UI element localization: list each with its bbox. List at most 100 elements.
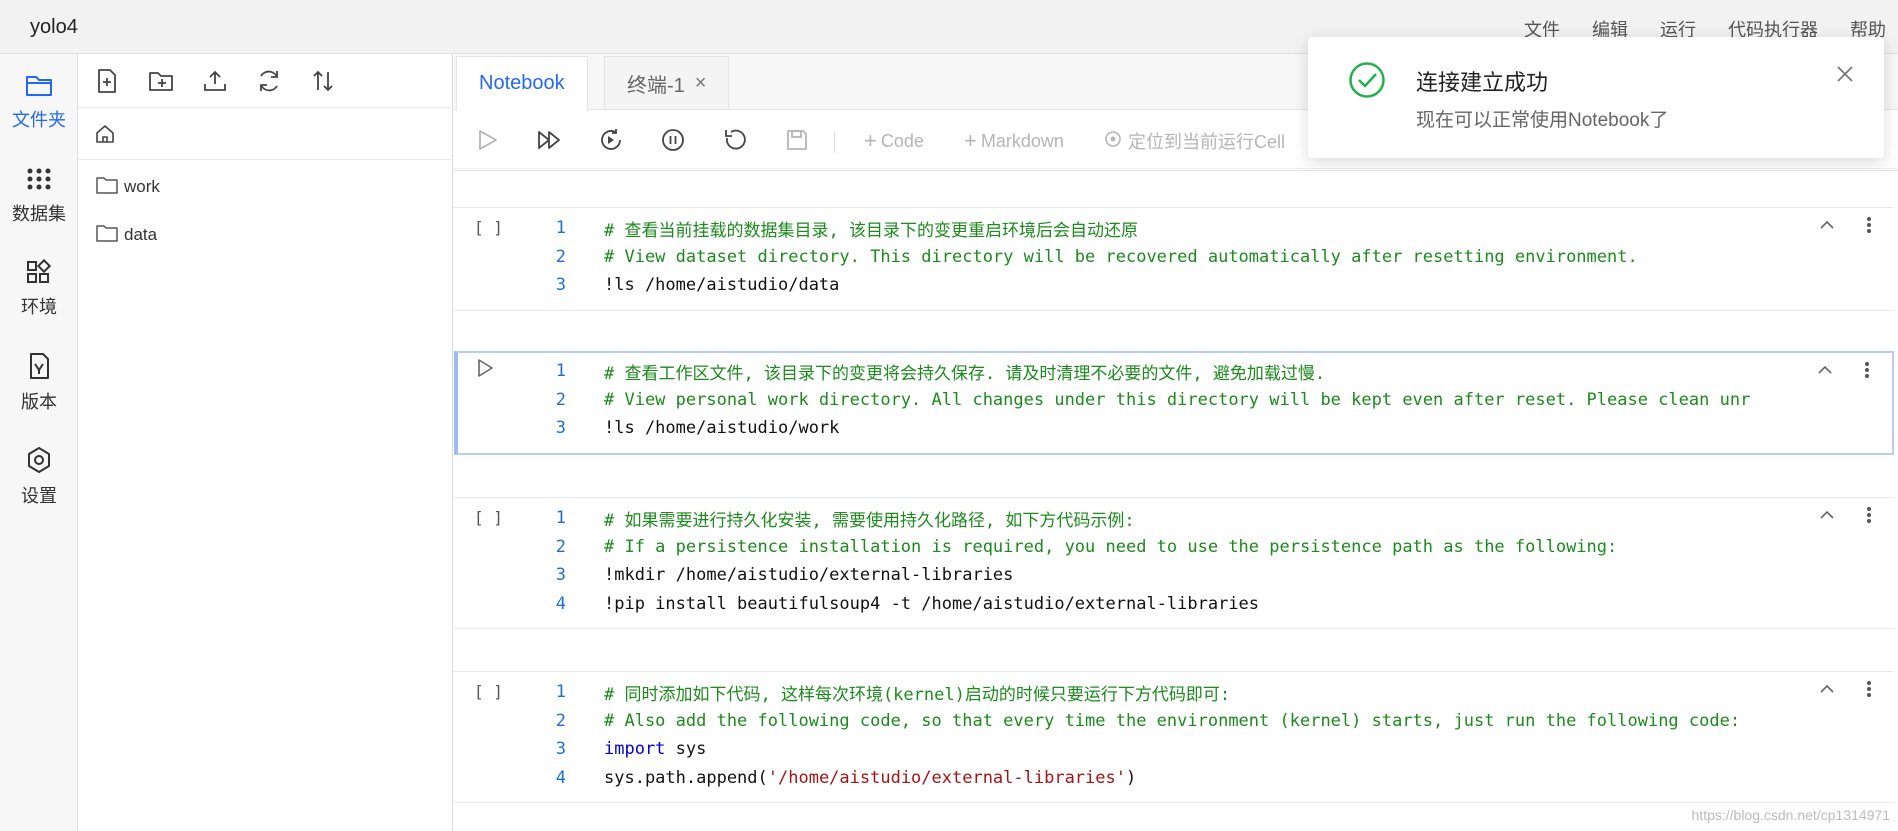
line-number: 3 — [555, 565, 566, 586]
code-line: # 如果需要进行持久化安装, 需要使用持久化路径, 如下方代码示例: — [604, 510, 1135, 531]
close-icon[interactable]: × — [695, 72, 707, 95]
main-area: Notebook 终端-1 × + Code + Markdown 定位到当前运… — [454, 54, 1898, 831]
plus-icon: + — [964, 128, 977, 153]
code-text: sys — [665, 739, 707, 760]
upload-icon[interactable] — [202, 68, 228, 94]
watermark: https://blog.csdn.net/cp1314971 — [1691, 807, 1890, 823]
nav-version-label: 版本 — [21, 392, 57, 412]
locate-running-cell-button[interactable]: 定位到当前运行Cell — [1104, 128, 1285, 154]
dataset-icon — [0, 166, 78, 192]
line-number: 2 — [555, 389, 566, 410]
collapse-icon[interactable] — [1818, 680, 1836, 703]
sort-icon[interactable] — [310, 68, 336, 94]
tab-notebook[interactable]: Notebook — [456, 56, 588, 111]
code-line: # 查看当前挂载的数据集目录, 该目录下的变更重启环境后会自动还原 — [604, 220, 1138, 241]
code-cell[interactable]: [ ] 1 # 同时添加如下代码, 这样每次环境(kernel)启动的时候只要运行… — [454, 671, 1894, 803]
nav-version[interactable]: 版本 — [0, 352, 78, 432]
interrupt-icon[interactable] — [660, 127, 686, 153]
code-line: # If a persistence installation is requi… — [604, 536, 1618, 557]
environment-icon — [0, 259, 78, 285]
add-code-button[interactable]: + Code — [864, 128, 924, 154]
cell-controls — [1818, 216, 1872, 239]
code-line: # Also add the following code, so that e… — [604, 710, 1741, 731]
code-line: import sys — [604, 739, 706, 759]
cell-prompt: [ ] — [474, 508, 503, 527]
code-text: ) — [1126, 767, 1137, 788]
code-line: # 查看工作区文件, 该目录下的变更将会持久保存. 请及时清理不必要的文件, 避… — [604, 363, 1326, 384]
save-icon[interactable] — [784, 127, 810, 153]
cell-code[interactable]: 1 # 如果需要进行持久化安装, 需要使用持久化路径, 如下方代码示例: 2 # I… — [514, 504, 1618, 618]
cell-code[interactable]: 1 # 同时添加如下代码, 这样每次环境(kernel)启动的时候只要运行下方代码… — [514, 678, 1740, 792]
nav-dataset-label: 数据集 — [12, 204, 66, 224]
more-icon[interactable] — [1866, 216, 1872, 239]
code-cell[interactable]: [ ] 1 # 查看当前挂载的数据集目录, 该目录下的变更重启环境后会自动还原 2… — [454, 207, 1894, 311]
collapse-icon[interactable] — [1816, 361, 1834, 384]
new-folder-icon[interactable] — [148, 68, 174, 94]
folder-icon — [96, 176, 124, 199]
locate-icon — [1104, 130, 1122, 153]
run-cell-icon[interactable] — [474, 127, 500, 153]
tab-label: Notebook — [479, 72, 565, 94]
cell-code[interactable]: 1 # 查看工作区文件, 该目录下的变更将会持久保存. 请及时清理不必要的文件, … — [514, 357, 1751, 443]
home-icon[interactable] — [94, 123, 116, 150]
file-toolbar — [78, 54, 453, 108]
close-icon[interactable] — [1836, 65, 1854, 88]
code-line: !ls /home/aistudio/work — [604, 418, 840, 439]
collapse-icon[interactable] — [1818, 216, 1836, 239]
app-title: yolo4 — [30, 16, 78, 38]
cell-prompt: [ ] — [474, 682, 503, 701]
code-line: !pip install beautifulsoup4 -t /home/ais… — [604, 593, 1260, 614]
restart-kernel-icon[interactable] — [722, 127, 748, 153]
line-number: 2 — [555, 710, 566, 731]
more-icon[interactable] — [1866, 506, 1872, 529]
restart-run-icon[interactable] — [598, 127, 624, 153]
line-number: 1 — [555, 508, 566, 529]
connection-toast: 连接建立成功 现在可以正常使用Notebook了 — [1308, 37, 1884, 158]
code-line: # 同时添加如下代码, 这样每次环境(kernel)启动的时候只要运行下方代码即… — [604, 684, 1231, 705]
nav-settings[interactable]: 设置 — [0, 446, 78, 526]
left-nav: 文件夹 数据集 环境 版本 设置 — [0, 54, 78, 831]
collapse-icon[interactable] — [1818, 506, 1836, 529]
toast-message: 现在可以正常使用Notebook了 — [1416, 110, 1669, 131]
line-number: 4 — [555, 767, 566, 788]
run-cell-icon[interactable] — [474, 357, 496, 383]
add-markdown-button[interactable]: + Markdown — [964, 128, 1064, 154]
line-number: 1 — [555, 218, 566, 239]
nav-dataset[interactable]: 数据集 — [0, 166, 78, 246]
file-item-data[interactable]: data — [96, 220, 157, 250]
cell-controls — [1818, 680, 1872, 703]
add-code-label: Code — [880, 130, 924, 151]
tab-terminal-1[interactable]: 终端-1 × — [604, 56, 730, 110]
code-string: '/home/aistudio/external-libraries' — [767, 767, 1126, 788]
cell-prompt: [ ] — [474, 218, 503, 237]
line-number: 2 — [555, 246, 566, 267]
folder-icon — [0, 72, 78, 98]
code-line: !mkdir /home/aistudio/external-libraries — [604, 565, 1014, 586]
toolbar-divider — [834, 131, 835, 153]
nav-environment[interactable]: 环境 — [0, 259, 78, 339]
file-panel: work data — [78, 54, 453, 831]
cell-controls — [1818, 506, 1872, 529]
nav-folder-label: 文件夹 — [12, 110, 66, 130]
code-line: # View dataset directory. This directory… — [604, 246, 1638, 267]
line-number: 3 — [555, 418, 566, 439]
cell-code[interactable]: 1 # 查看当前挂载的数据集目录, 该目录下的变更重启环境后会自动还原 2 # Vi… — [514, 214, 1638, 300]
line-number: 3 — [555, 739, 566, 760]
run-all-icon[interactable] — [536, 127, 562, 153]
nav-folder[interactable]: 文件夹 — [0, 72, 78, 152]
code-text: sys.path.append( — [604, 767, 768, 788]
more-icon[interactable] — [1866, 680, 1872, 703]
file-item-work[interactable]: work — [96, 172, 160, 202]
refresh-icon[interactable] — [256, 68, 282, 94]
code-cell[interactable]: [ ] 1 # 如果需要进行持久化安装, 需要使用持久化路径, 如下方代码示例: … — [454, 497, 1894, 629]
locate-label: 定位到当前运行Cell — [1128, 132, 1286, 152]
code-line: !ls /home/aistudio/data — [604, 275, 840, 296]
line-number: 2 — [555, 536, 566, 557]
nav-environment-label: 环境 — [21, 297, 57, 317]
line-number: 1 — [555, 682, 566, 703]
more-icon[interactable] — [1864, 361, 1870, 384]
new-file-icon[interactable] — [94, 68, 120, 94]
line-number: 3 — [555, 275, 566, 296]
code-line: sys.path.append('/home/aistudio/external… — [604, 768, 1136, 788]
code-cell-selected[interactable]: 1 # 查看工作区文件, 该目录下的变更将会持久保存. 请及时清理不必要的文件, … — [454, 351, 1894, 455]
